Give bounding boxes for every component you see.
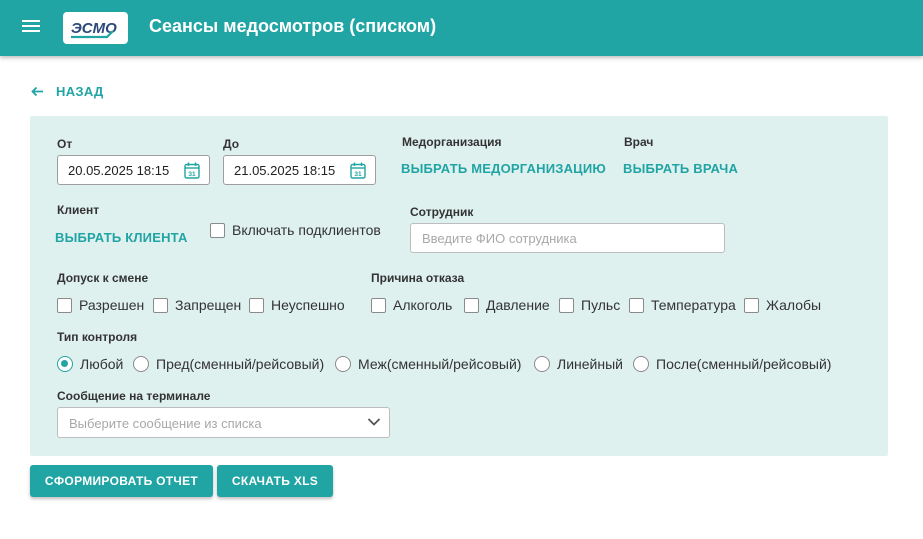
from-date-value: 20.05.2025 18:15	[68, 163, 170, 178]
select-doctor-button[interactable]: ВЫБРАТЬ ВРАЧА	[623, 161, 738, 176]
checkbox-box[interactable]	[464, 297, 479, 313]
checkbox-box[interactable]	[371, 297, 386, 313]
doctor-label: Врач	[624, 135, 654, 149]
to-date-field[interactable]: 21.05.2025 18:15 31	[223, 155, 376, 185]
radio-dot[interactable]	[633, 356, 649, 372]
to-date-value: 21.05.2025 18:15	[234, 163, 336, 178]
refusal-alcohol-checkbox[interactable]: Алкоголь	[371, 297, 452, 313]
control-type-any-radio[interactable]: Любой	[57, 356, 123, 372]
checkbox-label: Жалобы	[766, 297, 822, 313]
admission-failed-checkbox[interactable]: Неуспешно	[249, 297, 345, 313]
checkbox-label: Температура	[651, 297, 736, 313]
app-header: ЭСМО Сеансы медосмотров (списком)	[0, 0, 923, 56]
control-type-post-radio[interactable]: После(сменный/рейсовый)	[633, 356, 831, 372]
checkbox-box[interactable]	[559, 297, 574, 313]
refusal-label: Причина отказа	[371, 271, 465, 285]
arrow-left-icon	[31, 86, 43, 96]
employee-search-input[interactable]	[410, 223, 725, 253]
generate-report-button[interactable]: СФОРМИРОВАТЬ ОТЧЕТ	[30, 465, 213, 497]
from-label: От	[57, 137, 73, 151]
select-placeholder: Выберите сообщение из списка	[69, 416, 262, 431]
checkbox-box[interactable]	[744, 297, 759, 313]
checkbox-label: Давление	[486, 297, 550, 313]
calendar-icon[interactable]: 31	[350, 162, 366, 179]
svg-text:31: 31	[188, 171, 196, 178]
admission-label: Допуск к смене	[57, 271, 149, 285]
radio-dot[interactable]	[534, 356, 550, 372]
checkbox-box[interactable]	[57, 297, 72, 313]
radio-dot[interactable]	[57, 356, 73, 372]
checkbox-box[interactable]	[249, 297, 264, 313]
refusal-temperature-checkbox[interactable]: Температура	[629, 297, 736, 313]
admission-denied-checkbox[interactable]: Запрещен	[153, 297, 241, 313]
control-type-pre-radio[interactable]: Пред(сменный/рейсовый)	[133, 356, 324, 372]
chevron-down-icon[interactable]	[367, 417, 381, 427]
select-client-button[interactable]: ВЫБРАТЬ КЛИЕНТА	[55, 230, 188, 245]
checkbox-label: Алкоголь	[393, 297, 453, 313]
checkbox-box[interactable]	[629, 297, 644, 313]
download-xls-button[interactable]: СКАЧАТЬ XLS	[217, 465, 333, 497]
checkbox-box[interactable]	[210, 222, 225, 238]
hamburger-menu-icon[interactable]	[20, 17, 42, 39]
to-label: До	[223, 137, 240, 151]
terminal-message-label: Сообщение на терминале	[57, 389, 211, 403]
checkbox-label: Неуспешно	[271, 297, 345, 313]
radio-label: Любой	[80, 356, 124, 372]
radio-label: После(сменный/рейсовый)	[656, 356, 832, 372]
back-label: НАЗАД	[56, 83, 104, 99]
employee-label: Сотрудник	[410, 205, 474, 219]
radio-dot[interactable]	[335, 356, 351, 372]
select-med-org-button[interactable]: ВЫБРАТЬ МЕДОРГАНИЗАЦИЮ	[401, 161, 606, 176]
radio-label: Линейный	[557, 356, 623, 372]
refusal-pulse-checkbox[interactable]: Пульс	[559, 297, 620, 313]
radio-label: Меж(сменный/рейсовый)	[358, 356, 522, 372]
back-link[interactable]: НАЗАД	[31, 83, 104, 99]
radio-label: Пред(сменный/рейсовый)	[156, 356, 325, 372]
refusal-pressure-checkbox[interactable]: Давление	[464, 297, 550, 313]
control-type-label: Тип контроля	[57, 330, 138, 344]
checkbox-label: Разрешен	[79, 297, 145, 313]
med-org-label: Медорганизация	[402, 135, 502, 149]
control-type-line-radio[interactable]: Линейный	[534, 356, 623, 372]
include-subclients-checkbox[interactable]: Включать подклиентов	[210, 222, 381, 238]
calendar-icon[interactable]: 31	[184, 162, 200, 179]
checkbox-box[interactable]	[153, 297, 168, 313]
include-subclients-label: Включать подклиентов	[232, 222, 381, 238]
svg-text:31: 31	[354, 171, 362, 178]
checkbox-label: Пульс	[581, 297, 621, 313]
admission-allowed-checkbox[interactable]: Разрешен	[57, 297, 144, 313]
radio-dot[interactable]	[133, 356, 149, 372]
checkbox-label: Запрещен	[175, 297, 242, 313]
esmo-logo: ЭСМО	[63, 12, 128, 44]
control-type-inter-radio[interactable]: Меж(сменный/рейсовый)	[335, 356, 521, 372]
refusal-complaints-checkbox[interactable]: Жалобы	[744, 297, 821, 313]
page-title: Сеансы медосмотров (списком)	[149, 16, 437, 36]
terminal-message-select[interactable]: Выберите сообщение из списка	[57, 407, 390, 438]
client-label: Клиент	[57, 203, 100, 217]
from-date-field[interactable]: 20.05.2025 18:15 31	[57, 155, 210, 185]
filter-panel: От 20.05.2025 18:15 31 До 21.05.2025 18:…	[30, 116, 888, 456]
